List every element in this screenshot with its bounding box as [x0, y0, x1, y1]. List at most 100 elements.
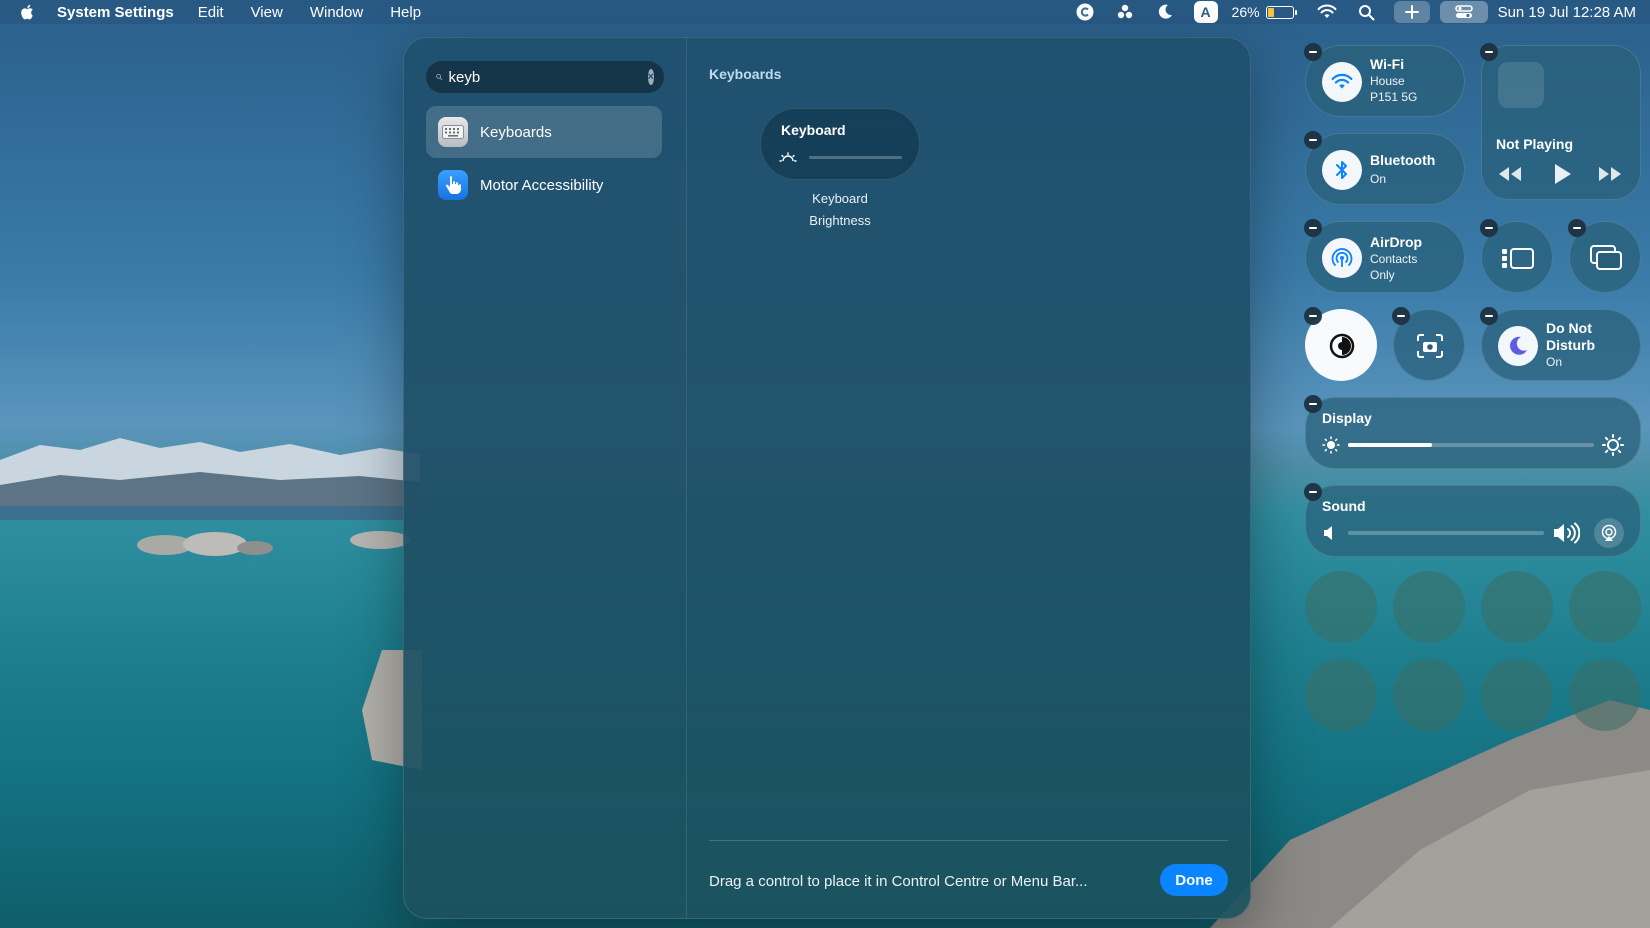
brightness-slider-track[interactable]: [809, 156, 902, 159]
remove-stage-manager-icon[interactable]: [1480, 219, 1498, 237]
stage-manager-icon: [1502, 248, 1534, 269]
empty-control-slot[interactable]: [1393, 571, 1465, 643]
bluetooth-icon[interactable]: [1322, 150, 1362, 190]
caption-line: Keyboard: [812, 191, 868, 206]
remove-dark-mode-icon[interactable]: [1304, 307, 1322, 325]
airdrop-status: Contacts: [1370, 252, 1418, 266]
bluetooth-status: On: [1370, 172, 1387, 186]
wifi-title: Wi-Fi: [1370, 56, 1405, 72]
sidebar-item-motor-accessibility[interactable]: Motor Accessibility: [426, 159, 662, 211]
control-title: Keyboard: [781, 122, 846, 138]
play-icon[interactable]: [1550, 162, 1574, 186]
search-input[interactable]: [448, 68, 648, 86]
battery-status[interactable]: 26%: [1231, 4, 1297, 20]
battery-icon: [1265, 5, 1297, 19]
screen-mirroring-icon: [1590, 245, 1622, 270]
app-menu[interactable]: System Settings: [57, 4, 174, 21]
album-art-placeholder: [1498, 62, 1544, 108]
wifi-network: House: [1370, 74, 1405, 88]
sidebar-item-label: Motor Accessibility: [480, 176, 604, 194]
empty-control-slot[interactable]: [1305, 659, 1377, 731]
remove-display-icon[interactable]: [1304, 395, 1322, 413]
empty-control-slot[interactable]: [1481, 571, 1553, 643]
section-title: Keyboards: [709, 66, 782, 82]
bluetooth-title: Bluetooth: [1370, 152, 1436, 168]
empty-control-slot[interactable]: [1305, 571, 1377, 643]
background-mountains: [0, 438, 420, 520]
remove-screen-mirroring-icon[interactable]: [1568, 219, 1586, 237]
empty-control-slot[interactable]: [1481, 659, 1553, 731]
display-brightness-level: [1348, 443, 1432, 447]
now-playing-title: Not Playing: [1496, 136, 1574, 152]
empty-control-slot[interactable]: [1569, 659, 1641, 731]
rewind-icon[interactable]: [1496, 164, 1524, 184]
control-centre: Wi-Fi House P151 5G Not Playing Bluetoot…: [1300, 37, 1650, 737]
menu-window[interactable]: Window: [310, 4, 363, 21]
keyboard-brightness-control[interactable]: Keyboard: [760, 108, 920, 180]
focus-title: Do Not: [1546, 320, 1592, 336]
sound-volume-slider[interactable]: [1348, 531, 1544, 535]
c-circle-icon[interactable]: [1074, 2, 1096, 22]
sidebar: × Keyboards Motor Accessibility: [404, 38, 687, 918]
focus-status: On: [1546, 355, 1563, 369]
wifi-network-2: P151 5G: [1370, 90, 1418, 104]
apple-logo-icon[interactable]: [19, 3, 37, 21]
brightness-high-icon: [1602, 434, 1624, 456]
menu-edit[interactable]: Edit: [198, 4, 224, 21]
remove-wifi-icon[interactable]: [1304, 43, 1322, 61]
menubar-clock[interactable]: Sun 19 Jul 12:28 AM: [1498, 4, 1636, 21]
bluetooth-tile[interactable]: Bluetooth On: [1305, 133, 1465, 205]
sidebar-item-keyboards[interactable]: Keyboards: [426, 106, 662, 158]
sound-tile[interactable]: Sound: [1305, 485, 1641, 557]
airdrop-status-2: Only: [1370, 268, 1395, 282]
spotlight-icon[interactable]: [1356, 2, 1378, 22]
clear-search-icon[interactable]: ×: [647, 69, 654, 85]
footer-divider: [709, 840, 1228, 841]
airdrop-icon[interactable]: [1322, 238, 1362, 278]
background-rocks: [137, 531, 410, 556]
remove-bluetooth-icon[interactable]: [1304, 131, 1322, 149]
battery-level: [1267, 7, 1274, 17]
speaker-loud-icon: [1554, 522, 1580, 544]
search-field[interactable]: ×: [426, 61, 664, 93]
content-pane: Keyboards Keyboard Keyboard Brightness D…: [687, 38, 1250, 918]
control-gallery-window: × Keyboards Motor Accessibility Keyboard…: [403, 37, 1251, 919]
dim-sun-icon: [779, 152, 797, 162]
empty-control-slot[interactable]: [1393, 659, 1465, 731]
wifi-tile[interactable]: Wi-Fi House P151 5G: [1305, 45, 1465, 117]
input-source-icon[interactable]: A: [1193, 1, 1218, 23]
wifi-icon[interactable]: [1316, 2, 1338, 22]
remove-screenshot-icon[interactable]: [1392, 307, 1410, 325]
airdrop-tile[interactable]: AirDrop Contacts Only: [1305, 221, 1465, 293]
display-tile[interactable]: Display: [1305, 397, 1641, 469]
footer-hint: Drag a control to place it in Control Ce…: [709, 873, 1088, 890]
focus-moon-icon[interactable]: [1498, 326, 1538, 366]
control-caption: Keyboard Brightness: [760, 188, 920, 232]
now-playing-tile[interactable]: Not Playing: [1481, 45, 1641, 200]
focus-title-2: Disturb: [1546, 337, 1595, 353]
remove-now-playing-icon[interactable]: [1480, 43, 1498, 61]
battery-percent: 26%: [1231, 4, 1260, 20]
moon-icon[interactable]: [1154, 2, 1176, 22]
wifi-icon[interactable]: [1322, 62, 1362, 102]
clover-icon[interactable]: [1114, 2, 1136, 22]
menu-view[interactable]: View: [251, 4, 283, 21]
menu-help[interactable]: Help: [390, 4, 421, 21]
remove-airdrop-icon[interactable]: [1304, 219, 1322, 237]
remove-sound-icon[interactable]: [1304, 483, 1322, 501]
caption-line: Brightness: [809, 213, 871, 228]
screenshot-icon: [1417, 334, 1443, 358]
brightness-low-icon: [1322, 436, 1340, 454]
plus-icon[interactable]: [1393, 1, 1430, 23]
focus-tile[interactable]: Do Not Disturb On: [1481, 309, 1641, 381]
speaker-mute-icon: [1324, 526, 1332, 540]
display-title: Display: [1322, 410, 1372, 426]
control-centre-icon[interactable]: [1439, 1, 1488, 23]
remove-focus-icon[interactable]: [1480, 307, 1498, 325]
airplay-audio-icon[interactable]: [1594, 518, 1624, 548]
fast-forward-icon[interactable]: [1596, 164, 1624, 184]
done-button[interactable]: Done: [1160, 864, 1228, 896]
empty-control-slot[interactable]: [1569, 571, 1641, 643]
keyboard-icon: [438, 117, 468, 147]
contrast-icon: [1329, 333, 1355, 359]
